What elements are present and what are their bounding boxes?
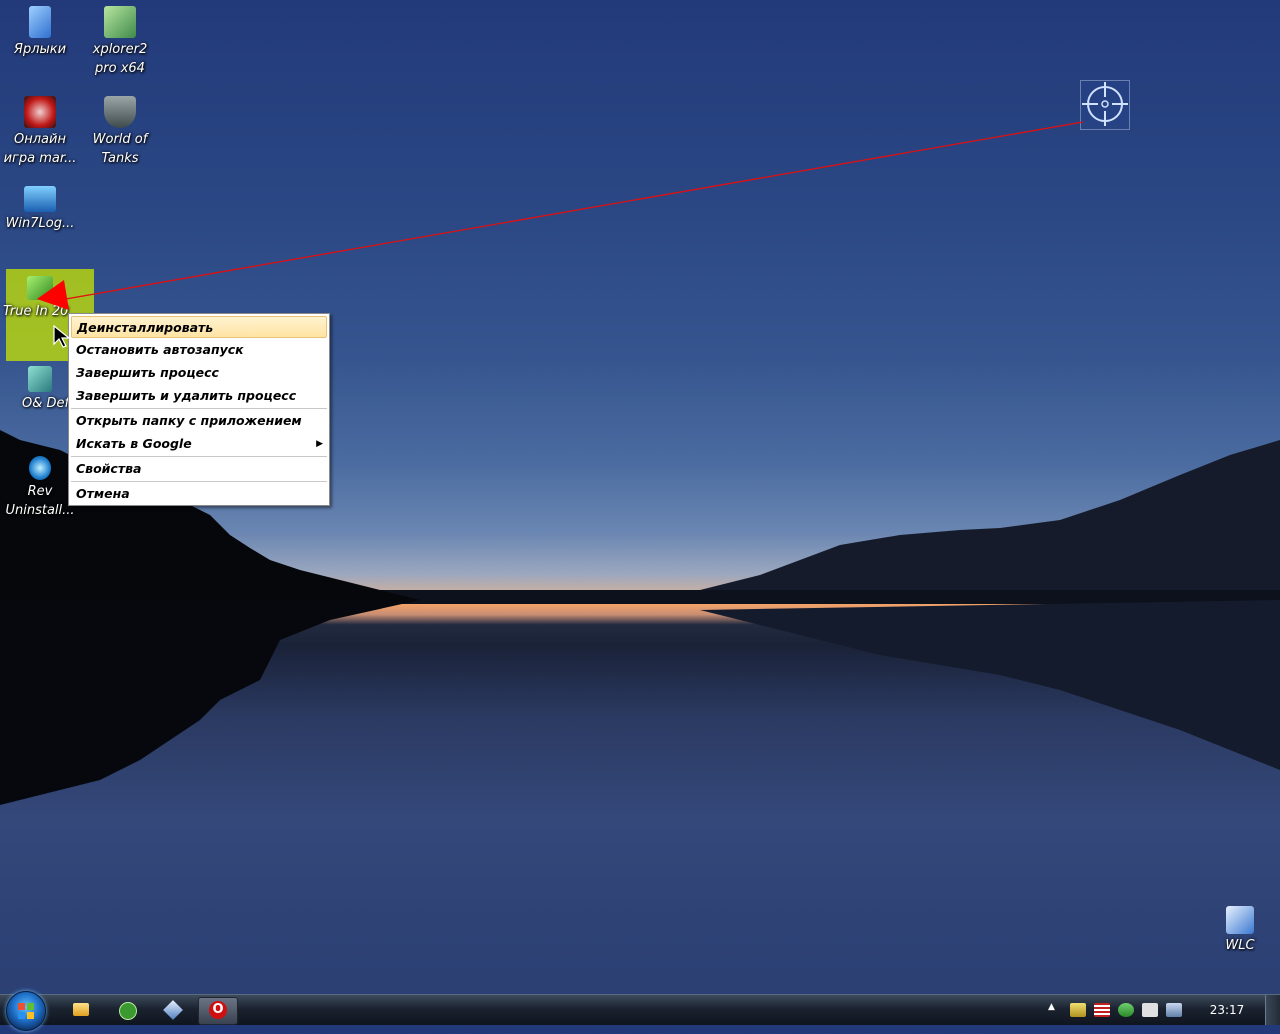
- tray-expand-icon[interactable]: ▲: [1048, 1002, 1055, 1012]
- menu-item-uninstall[interactable]: Деинсталлировать: [71, 316, 327, 338]
- tray-app-icon[interactable]: [1070, 1003, 1086, 1017]
- taskbar-utorrent-button[interactable]: [108, 997, 146, 1023]
- taskbar-clock[interactable]: 23:17: [1200, 995, 1254, 1025]
- desktop-icon-label: WLC: [1225, 938, 1255, 953]
- menu-item-label: Искать в Google: [76, 436, 192, 451]
- defrag-icon: [28, 366, 52, 392]
- desktop-icon-label: Win7Log...: [5, 216, 75, 231]
- app-icon: [27, 276, 53, 300]
- taskbar-explorer-button[interactable]: [62, 997, 100, 1023]
- menu-item-label: Завершить процесс: [76, 365, 219, 380]
- tray-security-icon[interactable]: [1118, 1003, 1134, 1017]
- game-icon: [24, 96, 56, 128]
- opera-icon: O: [209, 1001, 227, 1019]
- xplorer2-icon: [104, 6, 136, 38]
- landscape: [0, 430, 1280, 805]
- context-menu: Деинсталлировать Остановить автозапуск З…: [68, 313, 330, 506]
- crosshair-icon[interactable]: [1080, 80, 1130, 130]
- desktop-icon-win7logon[interactable]: Win7Log...: [0, 186, 80, 233]
- menu-item-cancel[interactable]: Отмена: [71, 483, 327, 505]
- tray-temperature-icon[interactable]: [1142, 1003, 1158, 1017]
- menu-separator: [71, 408, 327, 409]
- utorrent-icon: [119, 1002, 137, 1020]
- folder-icon: [29, 6, 51, 38]
- desktop-icon-wlc[interactable]: WLC: [1200, 906, 1280, 955]
- menu-item-label: Деинсталлировать: [77, 320, 214, 335]
- desktop-icon-xplorer2[interactable]: xplorer2 pro x64: [80, 6, 160, 78]
- menu-item-properties[interactable]: Свойства: [71, 458, 327, 480]
- menu-item-label: Свойства: [76, 461, 142, 476]
- menu-item-stop-autostart[interactable]: Остановить автозапуск: [71, 339, 327, 361]
- desktop-icon-online-game[interactable]: Онлайн игра mar...: [0, 96, 80, 168]
- desktop-icon-label: World of Tanks: [92, 132, 148, 166]
- submenu-arrow-icon: ▶: [316, 439, 323, 449]
- desktop-icon-label: Ярлыки: [13, 42, 67, 57]
- monitor-icon: [24, 186, 56, 212]
- desktop-icon-label: Онлайн игра mar...: [3, 132, 77, 166]
- folder-icon: [73, 1003, 89, 1016]
- menu-item-search-google[interactable]: Искать в Google ▶: [71, 433, 327, 455]
- network-status-icon[interactable]: [1166, 1003, 1182, 1017]
- menu-separator: [71, 456, 327, 457]
- start-button[interactable]: [6, 991, 46, 1031]
- network-monitor-icon: [1226, 906, 1254, 934]
- menu-item-label: Открыть папку с приложением: [76, 413, 302, 428]
- taskbar-opera-button[interactable]: O: [198, 997, 238, 1025]
- desktop-icon-shortcuts[interactable]: Ярлыки: [0, 6, 80, 59]
- windows-logo-icon: [18, 1003, 34, 1019]
- show-desktop-button[interactable]: [1265, 995, 1280, 1025]
- desktop-icon-label: xplorer2 pro x64: [92, 42, 148, 76]
- language-flag-icon[interactable]: [1094, 1003, 1110, 1017]
- menu-item-end-and-delete-process[interactable]: Завершить и удалить процесс: [71, 385, 327, 407]
- network-icon: [163, 1000, 183, 1020]
- menu-separator: [71, 481, 327, 482]
- menu-item-label: Остановить автозапуск: [76, 342, 244, 357]
- desktop-icon-world-of-tanks[interactable]: World of Tanks: [80, 96, 160, 168]
- menu-item-open-folder[interactable]: Открыть папку с приложением: [71, 410, 327, 432]
- taskbar: O ▲ 23:17: [0, 991, 1280, 1031]
- tank-shield-icon: [104, 96, 136, 128]
- revo-icon: [29, 456, 51, 480]
- menu-item-end-process[interactable]: Завершить процесс: [71, 362, 327, 384]
- menu-item-label: Завершить и удалить процесс: [76, 388, 297, 403]
- taskbar-network-button[interactable]: [154, 997, 192, 1023]
- menu-item-label: Отмена: [76, 486, 130, 501]
- mouse-cursor-icon: [53, 324, 71, 348]
